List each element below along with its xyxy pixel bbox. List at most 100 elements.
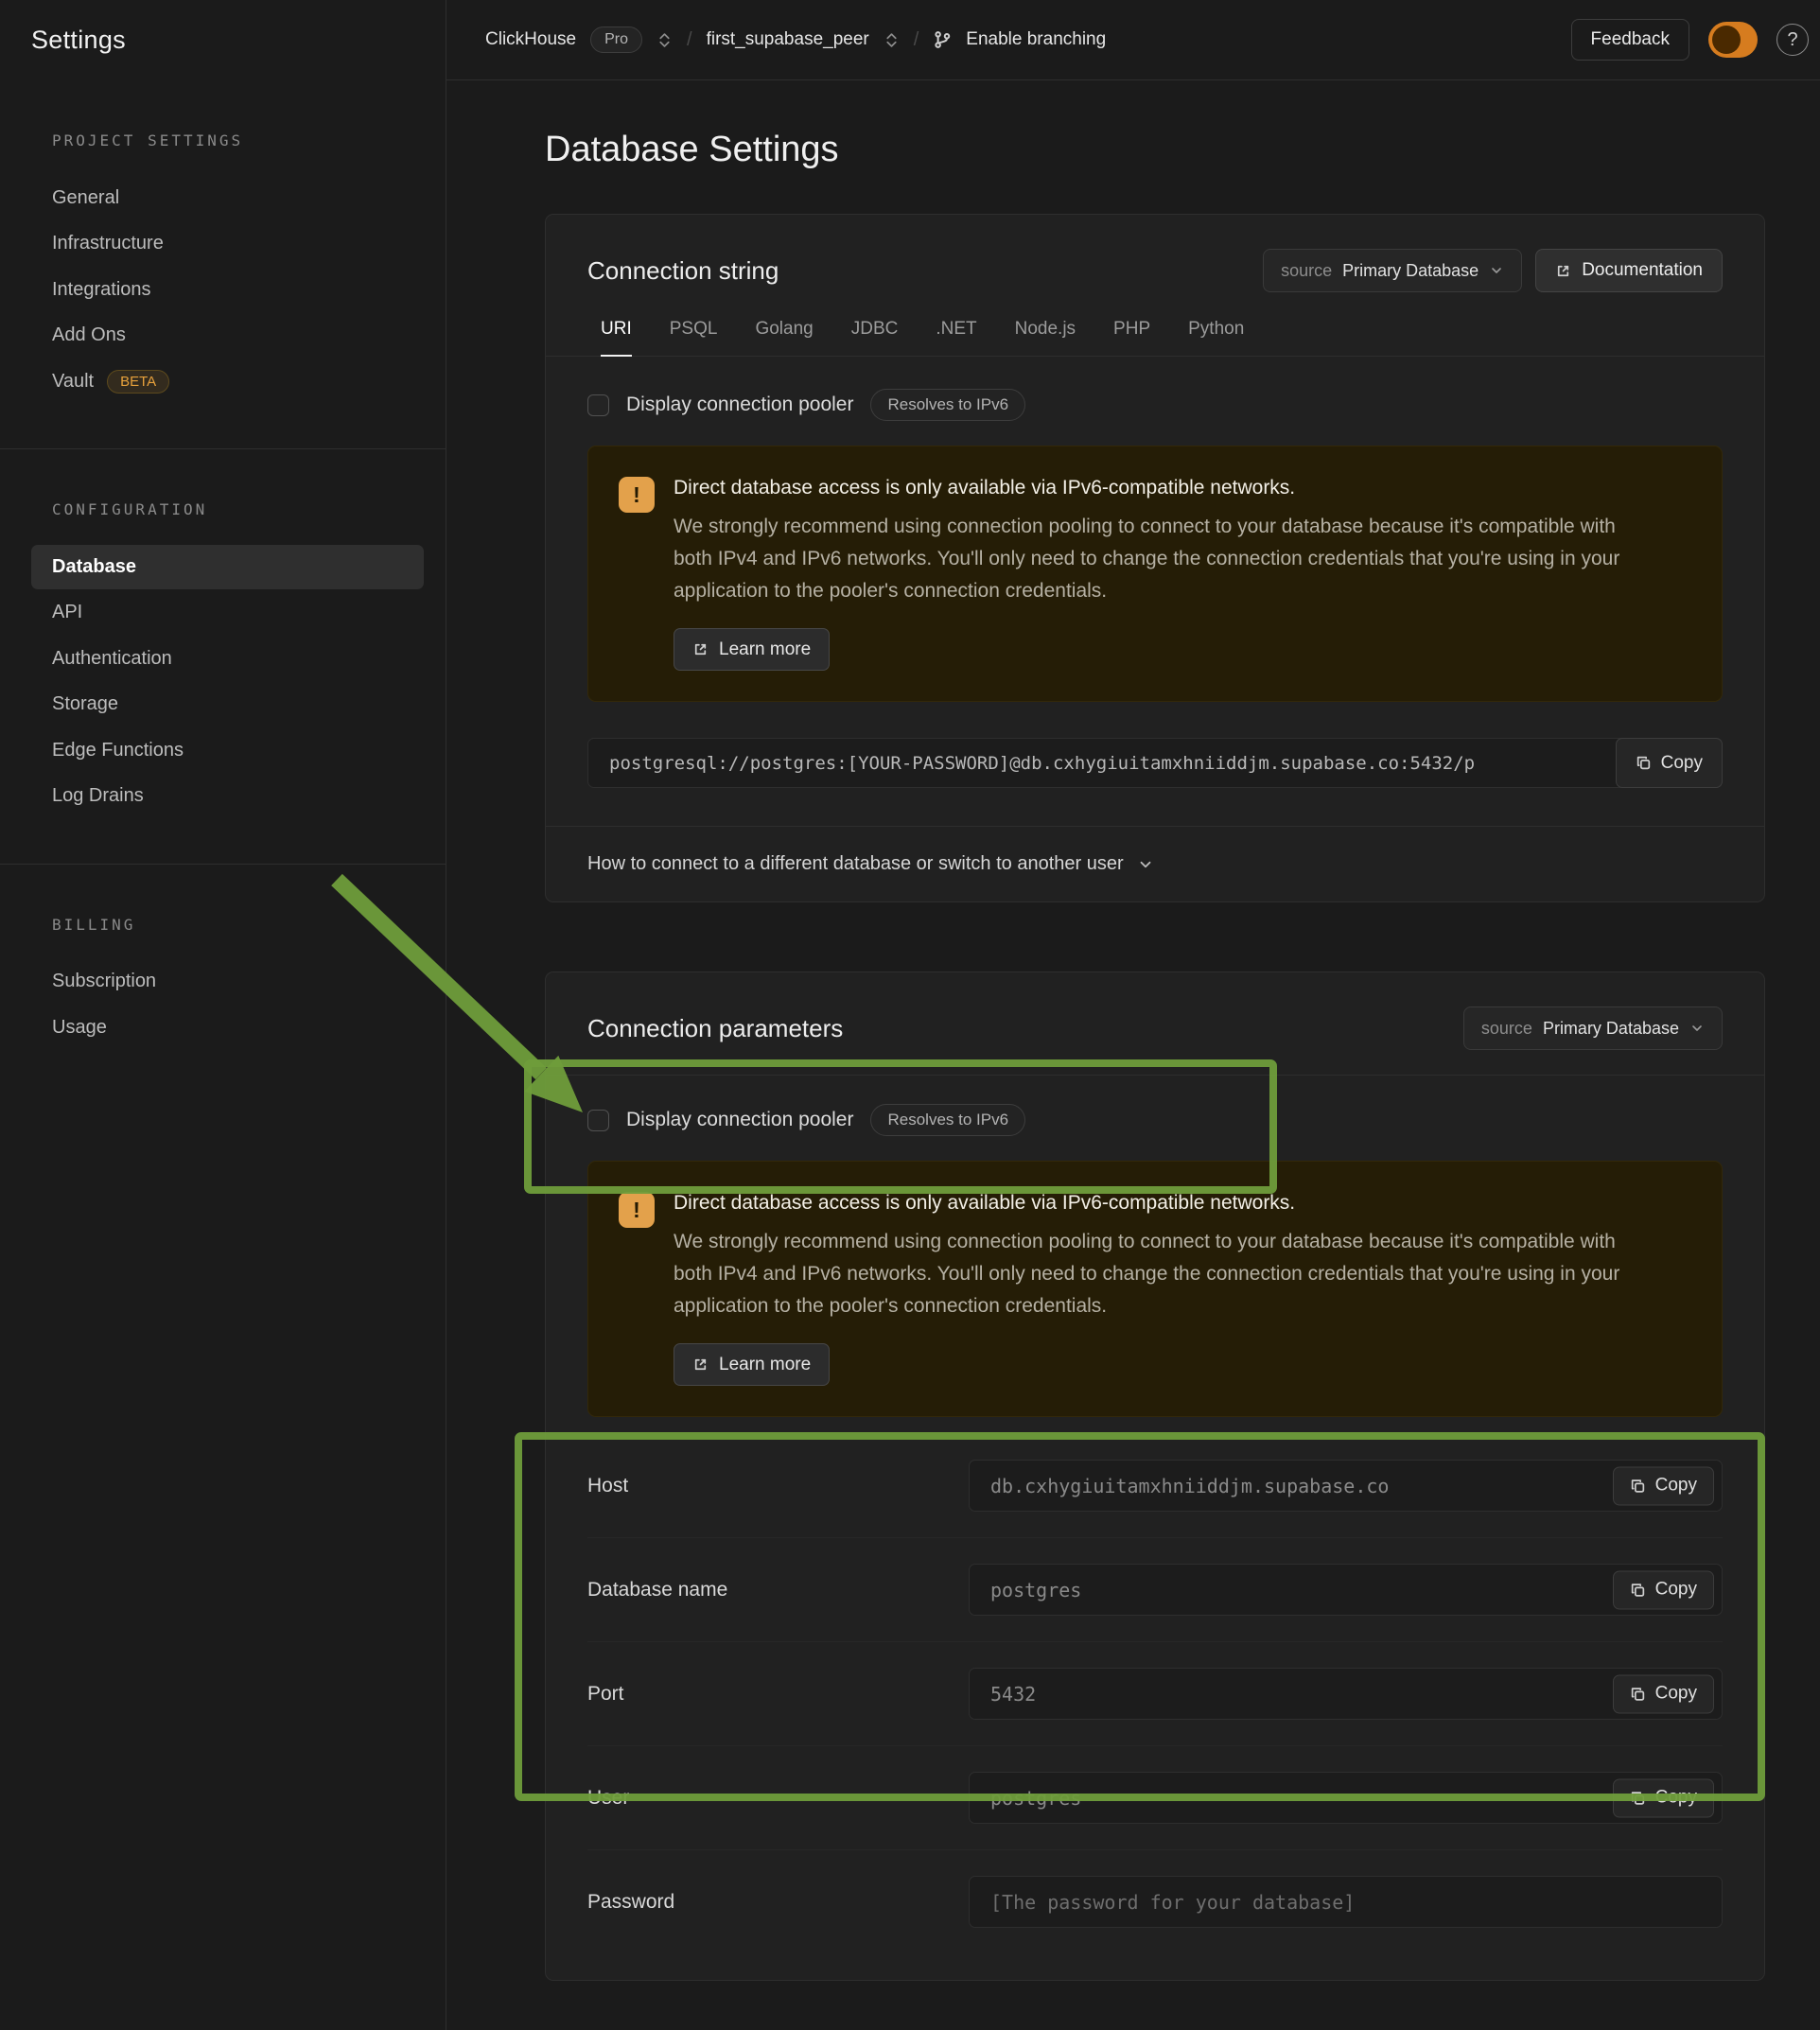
ipv6-badge: Resolves to IPv6 [870, 1104, 1025, 1136]
learn-more-label: Learn more [719, 639, 811, 660]
database-name-row: Database name postgres Copy [587, 1537, 1723, 1641]
app-root: Settings PROJECT SETTINGS General Infras… [0, 0, 1820, 2030]
documentation-button[interactable]: Documentation [1535, 249, 1723, 292]
copy-icon [1636, 755, 1652, 771]
database-name-label: Database name [587, 1579, 969, 1601]
chevron-down-icon [1689, 1021, 1705, 1036]
tab-uri[interactable]: URI [601, 319, 632, 356]
host-row: Host db.cxhygiuitamxhniiddjm.supabase.co… [587, 1434, 1723, 1537]
sidebar-item-infrastructure[interactable]: Infrastructure [31, 221, 424, 266]
copy-icon [1630, 1686, 1646, 1702]
database-name-input[interactable]: postgres Copy [969, 1564, 1723, 1616]
learn-more-button[interactable]: Learn more [674, 628, 830, 671]
tab-golang[interactable]: Golang [755, 319, 813, 356]
connection-parameters-title: Connection parameters [587, 1014, 843, 1043]
copy-user-button[interactable]: Copy [1613, 1778, 1714, 1817]
help-icon[interactable]: ? [1776, 24, 1809, 56]
tab-dotnet[interactable]: .NET [936, 319, 976, 356]
sidebar-item-subscription[interactable]: Subscription [31, 959, 424, 1004]
copy-database-name-button[interactable]: Copy [1613, 1570, 1714, 1609]
sidebar-item-api[interactable]: API [31, 590, 424, 635]
breadcrumb-org[interactable]: ClickHouse [485, 29, 576, 50]
beta-badge: BETA [107, 370, 169, 394]
copy-port-button[interactable]: Copy [1613, 1674, 1714, 1713]
user-input[interactable]: postgres Copy [969, 1772, 1723, 1824]
tab-python[interactable]: Python [1188, 319, 1244, 356]
sidebar-item-usage[interactable]: Usage [31, 1006, 424, 1050]
tab-psql[interactable]: PSQL [670, 319, 718, 356]
user-row: User postgres Copy [587, 1745, 1723, 1849]
sidebar-item-integrations[interactable]: Integrations [31, 268, 424, 312]
top-bar: ClickHouse Pro / first_supabase_peer / E… [446, 0, 1820, 80]
settings-sidebar: Settings PROJECT SETTINGS General Infras… [0, 0, 446, 2030]
source-select[interactable]: source Primary Database [1463, 1006, 1723, 1050]
sidebar-item-log-drains[interactable]: Log Drains [31, 774, 424, 818]
tab-nodejs[interactable]: Node.js [1015, 319, 1076, 356]
copy-uri-button[interactable]: Copy [1616, 738, 1723, 788]
feedback-button[interactable]: Feedback [1571, 19, 1689, 61]
connection-string-body: Display connection pooler Resolves to IP… [546, 357, 1764, 826]
org-selector-icon[interactable] [656, 32, 673, 48]
connection-string-title: Connection string [587, 256, 779, 286]
notice-content: Direct database access is only available… [674, 477, 1638, 671]
display-connection-pooler-checkbox[interactable] [587, 394, 609, 416]
git-branch-icon [933, 30, 952, 49]
sidebar-section-configuration: CONFIGURATION Database API Authenticatio… [0, 448, 446, 864]
port-row: Port 5432 Copy [587, 1641, 1723, 1745]
user-label: User [587, 1787, 969, 1810]
sidebar-item-edge-functions[interactable]: Edge Functions [31, 728, 424, 773]
source-select[interactable]: source Primary Database [1263, 249, 1522, 292]
breadcrumb: ClickHouse Pro / first_supabase_peer / E… [485, 26, 1106, 53]
display-connection-pooler-checkbox[interactable] [587, 1110, 609, 1131]
avatar-dot [1712, 26, 1741, 54]
pooler-toggle-row: Display connection pooler Resolves to IP… [587, 1104, 1723, 1136]
host-input[interactable]: db.cxhygiuitamxhniiddjm.supabase.co Copy [969, 1460, 1723, 1512]
alert-icon: ! [619, 477, 655, 513]
port-label: Port [587, 1683, 969, 1706]
sidebar-item-database[interactable]: Database [31, 545, 424, 589]
pooler-label: Display connection pooler [626, 394, 853, 416]
database-name-value: postgres [990, 1579, 1081, 1601]
notice-body: We strongly recommend using connection p… [674, 511, 1638, 607]
database-settings-page: Database Settings Connection string sour… [446, 80, 1820, 2030]
pooler-toggle-row: Display connection pooler Resolves to IP… [587, 389, 1723, 421]
host-value: db.cxhygiuitamxhniiddjm.supabase.co [990, 1475, 1389, 1497]
breadcrumb-separator: / [687, 29, 692, 51]
learn-more-button[interactable]: Learn more [674, 1343, 830, 1386]
sidebar-item-add-ons[interactable]: Add Ons [31, 313, 424, 358]
external-link-icon [692, 1356, 709, 1373]
sidebar-item-authentication[interactable]: Authentication [31, 637, 424, 681]
account-avatar[interactable] [1708, 22, 1758, 58]
enable-branching-button[interactable]: Enable branching [966, 29, 1106, 50]
tab-php[interactable]: PHP [1113, 319, 1150, 356]
notice-title: Direct database access is only available… [674, 477, 1638, 499]
password-row: Password [The password for your database… [587, 1849, 1723, 1953]
copy-icon [1630, 1582, 1646, 1598]
documentation-label: Documentation [1582, 260, 1703, 281]
source-select-value: Primary Database [1543, 1019, 1679, 1039]
page-title: Database Settings [545, 130, 1765, 170]
sidebar-item-storage[interactable]: Storage [31, 682, 424, 726]
sidebar-item-general[interactable]: General [31, 176, 424, 220]
connection-string-card: Connection string source Primary Databas… [545, 214, 1765, 902]
password-input[interactable]: [The password for your database] [969, 1876, 1723, 1928]
switch-database-disclosure[interactable]: How to connect to a different database o… [546, 826, 1764, 901]
tab-jdbc[interactable]: JDBC [851, 319, 899, 356]
settings-title: Settings [31, 26, 126, 55]
port-input[interactable]: 5432 Copy [969, 1668, 1723, 1720]
copy-icon [1630, 1478, 1646, 1494]
connection-uri-row: postgresql://postgres:[YOUR-PASSWORD]@db… [587, 738, 1723, 788]
connection-parameters-body: Display connection pooler Resolves to IP… [546, 1076, 1764, 1980]
connection-uri-input[interactable]: postgresql://postgres:[YOUR-PASSWORD]@db… [587, 738, 1723, 788]
host-label: Host [587, 1475, 969, 1497]
sidebar-item-vault[interactable]: Vault BETA [31, 359, 424, 404]
sidebar-section-billing: BILLING Subscription Usage [0, 864, 446, 1095]
chevron-down-icon [1137, 856, 1154, 873]
project-selector-icon[interactable] [884, 32, 900, 48]
copy-host-button[interactable]: Copy [1613, 1466, 1714, 1505]
breadcrumb-project[interactable]: first_supabase_peer [707, 29, 869, 50]
password-placeholder: [The password for your database] [990, 1891, 1355, 1914]
notice-title: Direct database access is only available… [674, 1192, 1638, 1215]
copy-icon [1630, 1790, 1646, 1806]
connection-parameters-controls: source Primary Database [1463, 1006, 1723, 1050]
